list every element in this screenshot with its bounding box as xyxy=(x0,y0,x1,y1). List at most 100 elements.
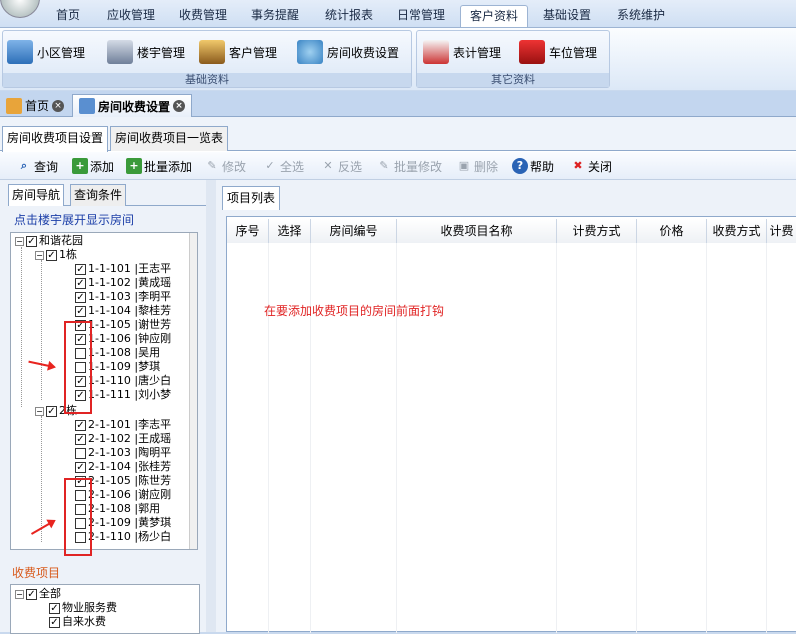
car-icon xyxy=(519,40,545,64)
checkbox[interactable] xyxy=(75,447,86,459)
column-header[interactable]: 收费项目名称 xyxy=(397,219,557,243)
customer-button[interactable]: 客户管理 xyxy=(199,39,277,65)
close-icon[interactable]: × xyxy=(173,100,186,112)
room-label: 2-1-106 |谢应刚 xyxy=(88,488,172,501)
annotation-text: 在要添加收费项目的房间前面打钩 xyxy=(264,304,445,318)
help-button[interactable]: ? 帮助 xyxy=(512,156,554,176)
column-header[interactable]: 房间编号 xyxy=(311,219,397,243)
column-header[interactable]: 计费方式 xyxy=(557,219,637,243)
room-fee-label: 房间收费设置 xyxy=(327,45,400,60)
tree-room[interactable]: ✓ 2-1-101 |李志平 xyxy=(75,418,171,432)
collapse-icon[interactable]: − xyxy=(15,236,24,246)
invert-select-button[interactable]: ✕ 反选 xyxy=(320,156,362,176)
checkbox[interactable]: ✓ xyxy=(49,602,60,614)
item-grid: 序号 选择 房间编号 收费项目名称 计费方式 价格 收费方式 计费 xyxy=(226,216,796,633)
tab-query-conditions[interactable]: 查询条件 xyxy=(70,184,127,206)
tree-root[interactable]: − ✓ 和谐花园 xyxy=(15,234,83,248)
close-button[interactable]: ✖ 关闭 xyxy=(570,156,612,176)
column-header[interactable]: 序号 xyxy=(227,219,269,243)
checkbox[interactable]: ✓ xyxy=(49,616,60,628)
document-tabs: 首页 × 房间收费设置 × xyxy=(0,91,796,117)
tree-room[interactable]: ✓ 1-1-101 |王志平 xyxy=(75,262,171,276)
tree-room[interactable]: 2-1-103 |陶明平 xyxy=(75,446,171,460)
room-fee-setting-button[interactable]: 房间收费设置 xyxy=(297,39,399,65)
fee-tree-root[interactable]: − ✓ 全部 xyxy=(15,587,61,601)
collapse-icon[interactable]: − xyxy=(35,406,44,416)
batch-edit-button[interactable]: ✎ 批量修改 xyxy=(376,156,442,176)
community-button[interactable]: 小区管理 xyxy=(7,39,85,65)
checkbox[interactable]: ✓ xyxy=(75,305,86,317)
room-label: 2-1-101 |李志平 xyxy=(88,418,172,431)
menu-daily[interactable]: 日常管理 xyxy=(386,5,456,27)
doctab-home[interactable]: 首页 × xyxy=(0,94,70,117)
column-header[interactable]: 选择 xyxy=(269,219,311,243)
tab-room-nav[interactable]: 房间导航 xyxy=(8,184,65,206)
collapse-icon[interactable]: − xyxy=(35,250,44,260)
column-header[interactable]: 计费 xyxy=(767,219,796,243)
batch-add-label: 批量添加 xyxy=(144,159,193,174)
menu-charges[interactable]: 收费管理 xyxy=(168,5,238,27)
checkbox[interactable]: ✓ xyxy=(46,405,57,417)
fee-items-tree: − ✓ 全部 ✓ 物业服务费 ✓ 自来水费 xyxy=(10,584,200,634)
search-button[interactable]: ⌕ 查询 xyxy=(16,156,58,176)
meter-button[interactable]: 表计管理 xyxy=(423,39,501,65)
search-icon: ⌕ xyxy=(20,159,28,172)
batch-add-button[interactable]: + 批量添加 xyxy=(126,156,192,176)
checkbox[interactable]: ✓ xyxy=(26,235,37,247)
menu-basic-settings[interactable]: 基础设置 xyxy=(532,5,602,27)
menu-reminders[interactable]: 事务提醒 xyxy=(240,5,310,27)
tree-room[interactable]: ✓ 2-1-102 |王成瑶 xyxy=(75,432,171,446)
batch-edit-icon: ✎ xyxy=(379,159,389,172)
doctab-room-fee[interactable]: 房间收费设置 × xyxy=(72,94,193,117)
tree-room[interactable]: ✓ 1-1-102 |黄成瑶 xyxy=(75,276,171,290)
highlight-box-building-1 xyxy=(64,321,92,414)
tab-room-fee-list[interactable]: 房间收费项目一览表 xyxy=(110,126,229,151)
checkbox[interactable]: ✓ xyxy=(26,588,37,600)
delete-button[interactable]: ▣ 删除 xyxy=(456,156,498,176)
app-orb-icon[interactable] xyxy=(0,0,40,18)
edit-button[interactable]: ✎ 修改 xyxy=(204,156,246,176)
tree-room[interactable]: ✓ 1-1-103 |李明平 xyxy=(75,290,171,304)
menu-reports[interactable]: 统计报表 xyxy=(314,5,384,27)
fee-tree-item[interactable]: ✓ 物业服务费 xyxy=(49,601,117,615)
fee-item-label: 物业服务费 xyxy=(62,601,117,614)
checkbox[interactable]: ✓ xyxy=(75,263,86,275)
left-tabs: 房间导航 查询条件 xyxy=(8,184,208,206)
batch-add-icon: + xyxy=(126,158,142,174)
panel-splitter[interactable] xyxy=(206,180,216,632)
checkbox[interactable]: ✓ xyxy=(46,249,57,261)
collapse-icon[interactable]: − xyxy=(15,589,24,599)
building-button[interactable]: 楼宇管理 xyxy=(107,39,185,65)
fee-tree-item[interactable]: ✓ 自来水费 xyxy=(49,615,106,629)
close-icon[interactable]: × xyxy=(52,99,65,112)
parking-button[interactable]: 车位管理 xyxy=(519,39,597,65)
room-label: 2-1-110 |杨少白 xyxy=(88,530,172,543)
menu-customer-data[interactable]: 客户资料 xyxy=(460,5,528,27)
tree-hint: 点击楼宇展开显示房间 xyxy=(14,213,135,227)
checkbox[interactable]: ✓ xyxy=(75,461,86,473)
ribbon-group-other-label: 其它资料 xyxy=(417,73,609,87)
add-button[interactable]: + 添加 xyxy=(72,156,114,176)
fee-root-label: 全部 xyxy=(39,587,61,600)
add-label: 添加 xyxy=(90,159,115,174)
home-icon xyxy=(6,97,22,114)
room-label: 1-1-110 |唐少白 xyxy=(88,374,172,387)
ribbon-group-other: 表计管理 车位管理 其它资料 xyxy=(416,30,610,88)
tree-room[interactable]: ✓ 2-1-104 |张桂芳 xyxy=(75,460,171,474)
doctab-room-fee-label: 房间收费设置 xyxy=(98,99,171,114)
checkbox[interactable]: ✓ xyxy=(75,291,86,303)
checkbox[interactable]: ✓ xyxy=(75,419,86,431)
select-all-button[interactable]: ✓ 全选 xyxy=(262,156,304,176)
tree-scrollbar[interactable] xyxy=(189,233,197,549)
tree-room[interactable]: ✓ 1-1-104 |黎桂芳 xyxy=(75,304,171,318)
column-header[interactable]: 收费方式 xyxy=(707,219,767,243)
tab-room-fee-setting[interactable]: 房间收费项目设置 xyxy=(2,126,109,152)
building-icon xyxy=(107,40,133,64)
checkbox[interactable]: ✓ xyxy=(75,433,86,445)
menu-system-maintenance[interactable]: 系统维护 xyxy=(606,5,676,27)
tab-item-list[interactable]: 项目列表 xyxy=(222,186,281,210)
checkbox[interactable]: ✓ xyxy=(75,277,86,289)
column-header[interactable]: 价格 xyxy=(637,219,707,243)
menu-home[interactable]: 首页 xyxy=(44,5,92,27)
menu-receivables[interactable]: 应收管理 xyxy=(96,5,166,27)
